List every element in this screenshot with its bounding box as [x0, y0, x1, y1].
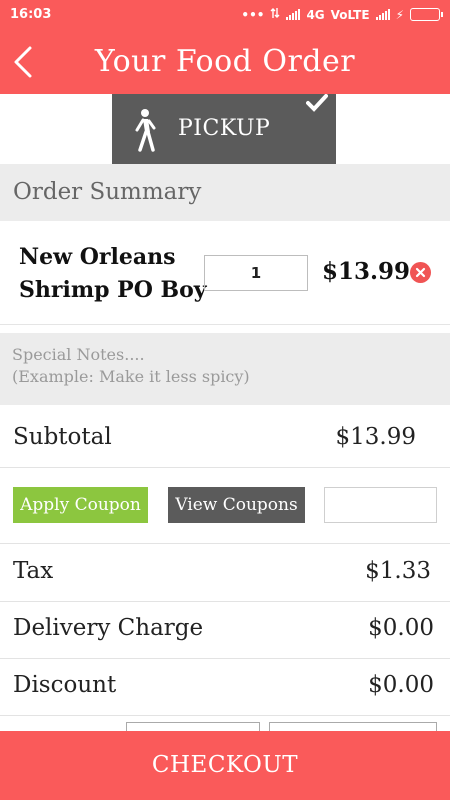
coupon-row: Apply Coupon View Coupons	[0, 468, 450, 544]
app-header: Your Food Order	[0, 30, 450, 94]
signal-icon-2	[375, 9, 390, 20]
discount-value: $0.00	[368, 672, 434, 698]
checkout-button[interactable]: CHECKOUT	[0, 731, 450, 800]
tax-label: Tax	[13, 558, 54, 584]
signal-icon	[286, 9, 301, 20]
network-type: 4G	[306, 7, 325, 22]
checkmark-icon	[306, 94, 328, 112]
status-bar: 16:03 ••• 4G VoLTE ⚡	[0, 0, 450, 30]
subtotal-row: Subtotal $13.99	[0, 410, 450, 468]
charging-icon: ⚡	[395, 7, 404, 22]
data-arrows-icon	[270, 7, 280, 22]
item-price: $13.99	[322, 258, 411, 285]
pickup-label: PICKUP	[178, 116, 271, 141]
view-coupons-button[interactable]: View Coupons	[168, 487, 305, 523]
delivery-charge-value: $0.00	[368, 615, 434, 641]
delivery-charge-label: Delivery Charge	[13, 615, 204, 641]
status-time: 16:03	[10, 7, 52, 22]
discount-label: Discount	[13, 672, 117, 698]
status-icons: ••• 4G VoLTE ⚡	[241, 7, 443, 22]
pickup-option[interactable]: PICKUP	[112, 94, 336, 164]
special-notes-placeholder: Special Notes.... (Example: Make it less…	[12, 345, 250, 386]
walking-person-icon	[135, 109, 156, 152]
order-summary-heading: Order Summary	[0, 164, 450, 221]
battery-icon	[410, 8, 443, 21]
coupon-code-input[interactable]	[324, 487, 437, 523]
close-icon	[415, 267, 426, 278]
tax-value: $1.33	[365, 558, 431, 584]
discount-row: Discount $0.00	[0, 659, 450, 716]
apply-coupon-button[interactable]: Apply Coupon	[13, 487, 148, 523]
special-notes-field[interactable]: Special Notes.... (Example: Make it less…	[0, 333, 450, 405]
tax-row: Tax $1.33	[0, 544, 450, 602]
carrier-label: VoLTE	[330, 7, 370, 22]
quantity-input[interactable]: 1	[204, 255, 308, 291]
subtotal-label: Subtotal	[13, 424, 112, 450]
delivery-charge-row: Delivery Charge $0.00	[0, 602, 450, 659]
item-name: New Orleans Shrimp PO Boy	[19, 244, 207, 303]
order-item: New Orleans Shrimp PO Boy 1 $13.99	[0, 221, 450, 325]
notification-dots-icon: •••	[241, 7, 265, 22]
page-title: Your Food Order	[94, 44, 356, 79]
remove-item-button[interactable]	[410, 262, 431, 283]
subtotal-value: $13.99	[335, 424, 416, 450]
